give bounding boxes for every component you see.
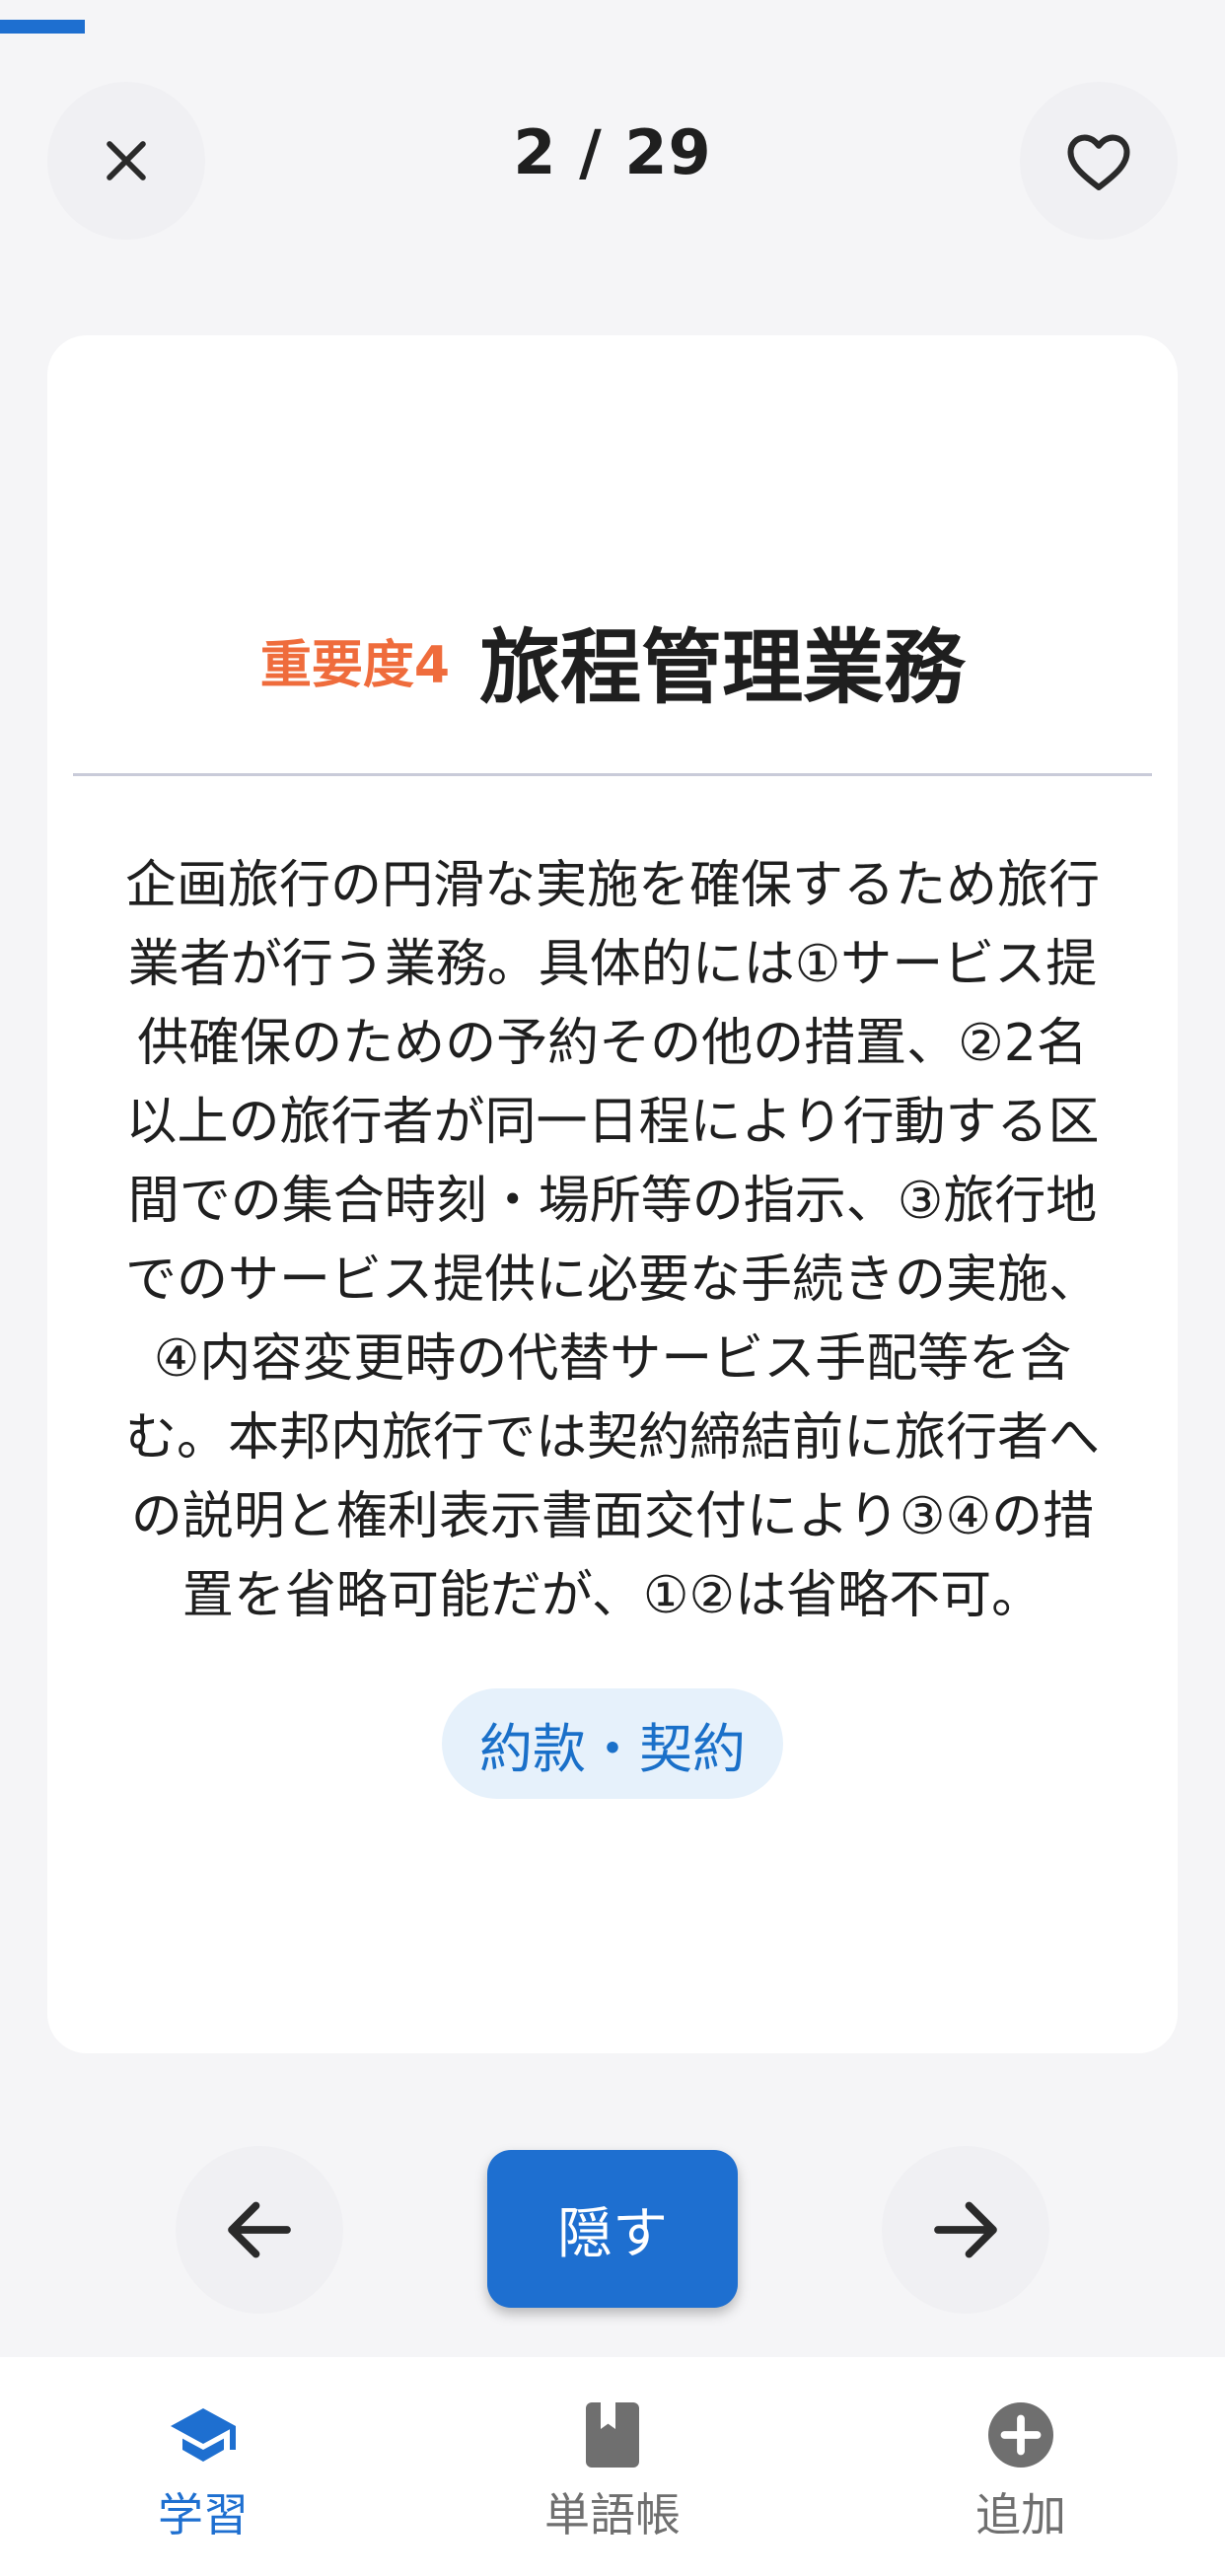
nav-label-add: 追加 [975, 2488, 1066, 2541]
nav-label-study: 学習 [158, 2488, 249, 2541]
arrow-right-icon [934, 2201, 997, 2258]
arrow-left-icon [228, 2201, 291, 2258]
heart-outline-icon [1067, 134, 1130, 190]
category-tag[interactable]: 約款・契約 [442, 1688, 783, 1799]
card-counter: 2 / 29 [513, 116, 712, 188]
definition-line: 供確保のための予約その他の措置、②2名 [137, 1014, 1088, 1073]
next-button[interactable] [882, 2146, 1049, 2314]
top-bar: 2 / 29 [0, 77, 1225, 245]
hide-button[interactable]: 隠す [487, 2150, 738, 2308]
flashcard[interactable]: 重要度4 旅程管理業務 企画旅行の円滑な実施を確保するため旅行 業者が行う業務。具… [47, 335, 1178, 2053]
definition-line: 置を省略可能だが、①②は省略不可。 [181, 1566, 1044, 1625]
add-circle-icon [988, 2402, 1053, 2468]
definition-line: 間での集合時刻・場所等の指示、③旅行地 [127, 1172, 1098, 1231]
divider [73, 773, 1152, 776]
term-title: 旅程管理業務 [479, 621, 966, 715]
definition-line: む。本邦内旅行では契約締結前に旅行者へ [124, 1408, 1100, 1467]
nav-item-study[interactable]: 学習 [55, 2397, 351, 2544]
nav-item-wordbook[interactable]: 単語帳 [465, 2397, 760, 2544]
definition-line: 以上の旅行者が同一日程により行動する区 [125, 1093, 1100, 1152]
definition-line: ④内容変更時の代替サービス手配等を含 [153, 1329, 1072, 1389]
definition-line: の説明と権利表示書面交付により③④の措 [130, 1487, 1095, 1546]
importance-label: 重要度4 [259, 636, 451, 695]
book-icon [586, 2402, 639, 2468]
nav-item-add[interactable]: 追加 [873, 2397, 1169, 2544]
favorite-button[interactable] [1020, 82, 1178, 240]
bottom-navigation: 学習 単語帳 追加 [0, 2357, 1225, 2576]
definition-line: 業者が行う業務。具体的には①サービス提 [127, 935, 1098, 994]
definition-line: 企画旅行の円滑な実施を確保するため旅行 [124, 856, 1100, 915]
previous-button[interactable] [176, 2146, 343, 2314]
card-title-row: 重要度4 旅程管理業務 [47, 602, 1178, 719]
progress-bar [0, 20, 1225, 34]
nav-label-wordbook: 単語帳 [544, 2488, 681, 2541]
close-icon [107, 141, 146, 180]
close-button[interactable] [47, 82, 205, 240]
definition-text: 企画旅行の円滑な実施を確保するため旅行 業者が行う業務。具体的には①サービス提 … [71, 846, 1154, 1635]
definition-line: でのサービス提供に必要な手続きの実施、 [124, 1251, 1100, 1310]
graduation-cap-icon [171, 2408, 236, 2462]
progress-fill [0, 20, 85, 34]
